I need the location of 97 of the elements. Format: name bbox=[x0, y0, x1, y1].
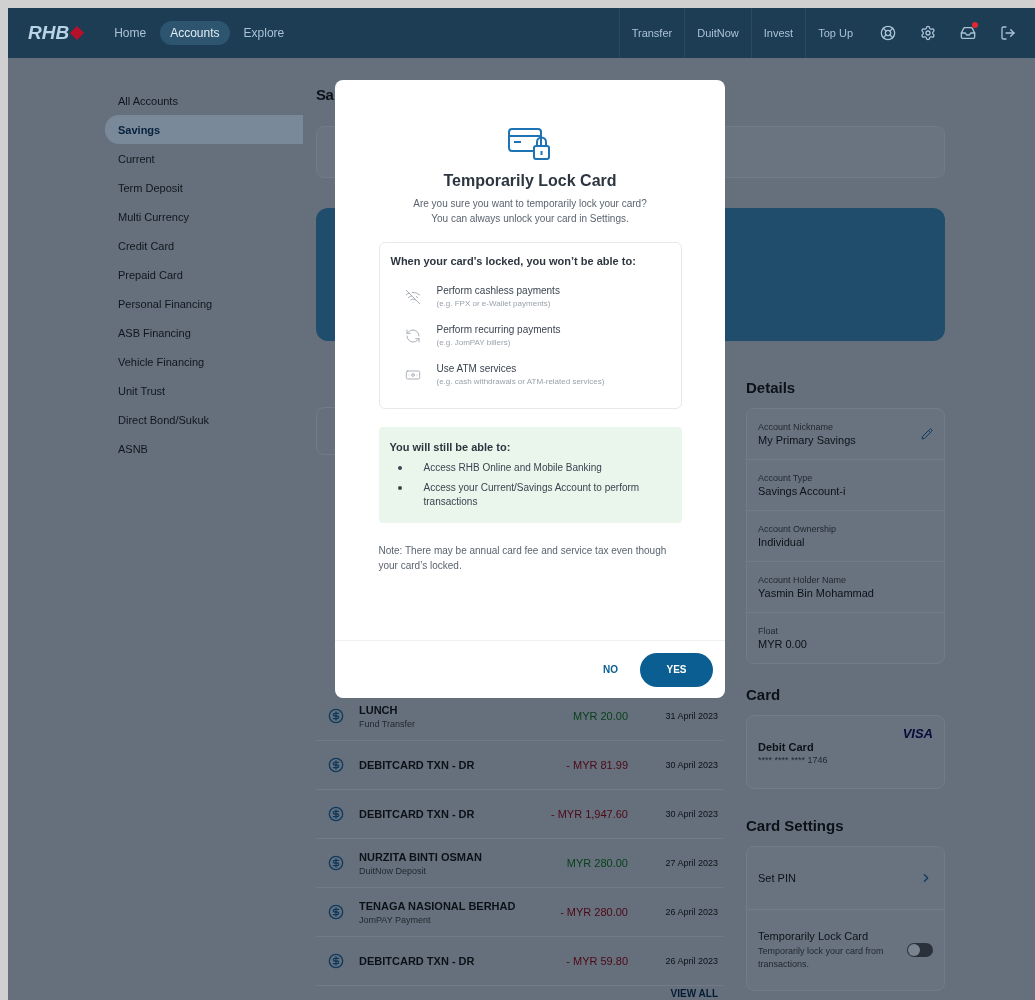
sidebar-item[interactable]: All Accounts bbox=[105, 86, 303, 115]
restriction-hint: (e.g. FPX or e-Wallet payments) bbox=[436, 299, 552, 308]
transaction-name: DEBITCARD TXN - DR bbox=[359, 955, 476, 967]
transaction-amount: - MYR 1,947.60 bbox=[549, 808, 628, 820]
nav-tab[interactable]: Home bbox=[104, 21, 157, 45]
field-value: Individual bbox=[758, 536, 806, 548]
section-title: Details bbox=[746, 379, 797, 396]
dollar-icon bbox=[328, 953, 344, 969]
transaction-type: JomPAY Payment bbox=[359, 914, 432, 925]
yes-button[interactable]: YES bbox=[640, 652, 713, 687]
field-value: My Primary Savings bbox=[758, 434, 856, 446]
transaction-name: DEBITCARD TXN - DR bbox=[359, 808, 476, 820]
transaction-amount: - MYR 59.80 bbox=[565, 955, 628, 967]
sidebar-item[interactable]: ASB Financing bbox=[105, 318, 303, 347]
transaction-date: 30 April 2023 bbox=[664, 760, 718, 770]
dollar-icon bbox=[328, 708, 344, 724]
recurring-icon bbox=[404, 327, 421, 344]
field-label: Account Holder Name bbox=[758, 575, 848, 585]
restriction-hint: (e.g. cash withdrawals or ATM-related services) bbox=[436, 377, 606, 386]
panel-heading: You will still be able to: bbox=[389, 441, 512, 453]
restriction-title: Perform recurring payments bbox=[436, 324, 562, 335]
field-value: MYR 0.00 bbox=[758, 638, 807, 650]
card-name: Debit Card bbox=[758, 741, 815, 753]
nav-action-link[interactable]: Transfer bbox=[618, 8, 685, 58]
dialog-title: Temporarily Lock Card bbox=[443, 172, 617, 190]
setting-description: Temporarily lock your card from transactions. bbox=[758, 944, 885, 971]
panel-heading: When your card’s locked, you won’t be able to: bbox=[390, 255, 637, 267]
transaction-amount: - MYR 280.00 bbox=[559, 906, 628, 918]
field-label: Account Type bbox=[758, 473, 814, 483]
sidebar-item[interactable]: Multi Currency bbox=[105, 202, 303, 231]
nav-tab[interactable]: Explore bbox=[233, 21, 295, 45]
setting-label: Set PIN bbox=[758, 872, 796, 884]
field-label: Account Ownership bbox=[758, 524, 837, 534]
contactless-off-icon bbox=[404, 288, 421, 305]
transaction-amount: - MYR 81.99 bbox=[565, 759, 628, 771]
sidebar-item[interactable]: Unit Trust bbox=[105, 376, 303, 405]
transaction-row[interactable]: NURZITA BINTI OSMAN DuitNow Deposit MYR 280.00 27 April 2023 bbox=[316, 839, 723, 888]
transaction-type: Fund Transfer bbox=[359, 718, 417, 729]
section-title: Card Settings bbox=[746, 817, 845, 834]
field-value: Yasmin Bin Mohammad bbox=[758, 587, 874, 599]
dollar-icon bbox=[328, 806, 344, 822]
lock-toggle[interactable] bbox=[907, 943, 933, 957]
nav-action-link[interactable]: Invest bbox=[750, 8, 806, 58]
visa-logo: VISA bbox=[902, 726, 933, 741]
dollar-icon bbox=[328, 904, 344, 920]
transaction-row[interactable]: TENAGA NASIONAL BERHAD JomPAY Payment - MYR 280.00 26 April 2023 bbox=[316, 888, 723, 937]
transaction-date: 26 April 2023 bbox=[664, 907, 718, 917]
dollar-icon bbox=[328, 757, 344, 773]
field-value: Savings Account-i bbox=[758, 485, 846, 497]
sidebar-item[interactable]: Credit Card bbox=[105, 231, 303, 260]
view-all-link[interactable]: VIEW ALL bbox=[665, 986, 723, 1000]
transaction-row[interactable]: DEBITCARD TXN - DR - MYR 59.80 26 April 2023 bbox=[316, 937, 723, 986]
transaction-amount: MYR 280.00 bbox=[565, 857, 628, 869]
note-text: Note: There may be annual card fee and service tax even though your card’s locked. bbox=[378, 544, 668, 573]
transaction-amount: MYR 20.00 bbox=[571, 710, 628, 722]
nav-tab[interactable]: Accounts bbox=[160, 21, 230, 45]
nav-action-link[interactable]: DuitNow bbox=[684, 8, 751, 58]
sidebar-item[interactable]: Current bbox=[105, 144, 303, 173]
transaction-name: TENAGA NASIONAL BERHAD bbox=[359, 899, 517, 912]
rhb-logo: RHB bbox=[28, 22, 83, 44]
nav-action-link[interactable]: Top Up bbox=[805, 8, 865, 58]
transaction-date: 26 April 2023 bbox=[664, 956, 718, 966]
restriction-hint: (e.g. JomPAY billers) bbox=[436, 338, 512, 347]
dollar-icon bbox=[328, 855, 344, 871]
section-title: Card bbox=[746, 686, 782, 703]
debit-card[interactable]: VISA Debit Card **** **** **** 1746 bbox=[746, 715, 945, 789]
bullet-icon bbox=[397, 486, 402, 490]
sidebar-item[interactable]: Term Deposit bbox=[105, 173, 303, 202]
setting-label: Temporarily Lock Card bbox=[758, 929, 870, 942]
sidebar-item[interactable]: Prepaid Card bbox=[105, 260, 303, 289]
transaction-name: DEBITCARD TXN - DR bbox=[359, 759, 476, 771]
transaction-name: NURZITA BINTI OSMAN bbox=[359, 850, 483, 863]
no-button[interactable]: NO bbox=[597, 663, 624, 676]
allowed-item: Access your Current/Savings Account to perform transactions bbox=[423, 481, 641, 509]
field-label: Float bbox=[758, 626, 779, 636]
transaction-date: 27 April 2023 bbox=[664, 858, 718, 868]
transaction-row[interactable]: DEBITCARD TXN - DR - MYR 81.99 30 April 2023 bbox=[316, 741, 723, 790]
allowed-item: Access RHB Online and Mobile Banking bbox=[423, 461, 603, 475]
dialog-subtitle: Are you sure you want to temporarily lock your card? You can always unlock your card in Settings. bbox=[413, 197, 647, 226]
card-lock-icon bbox=[507, 126, 553, 162]
sidebar-item[interactable]: Direct Bond/Sukuk bbox=[105, 405, 303, 434]
edit-icon[interactable] bbox=[921, 428, 933, 440]
transaction-row[interactable]: DEBITCARD TXN - DR - MYR 1,947.60 30 April 2023 bbox=[316, 790, 723, 839]
transaction-date: 30 April 2023 bbox=[664, 809, 718, 819]
sidebar-item[interactable]: ASNB bbox=[105, 434, 303, 463]
restriction-title: Use ATM services bbox=[436, 363, 518, 374]
field-label: Account Nickname bbox=[758, 422, 835, 432]
restriction-title: Perform cashless payments bbox=[436, 285, 561, 296]
bullet-icon bbox=[397, 466, 402, 470]
card-number: **** **** **** 1746 bbox=[758, 755, 829, 765]
sidebar-item[interactable]: Savings bbox=[105, 115, 303, 144]
transaction-name: LUNCH bbox=[359, 703, 399, 716]
page-title: Sa bbox=[316, 86, 334, 105]
sidebar-item[interactable]: Personal Financing bbox=[105, 289, 303, 318]
sidebar-item[interactable]: Vehicle Financing bbox=[105, 347, 303, 376]
transaction-type: DuitNow Deposit bbox=[359, 865, 428, 876]
transaction-date: 31 April 2023 bbox=[664, 711, 718, 721]
